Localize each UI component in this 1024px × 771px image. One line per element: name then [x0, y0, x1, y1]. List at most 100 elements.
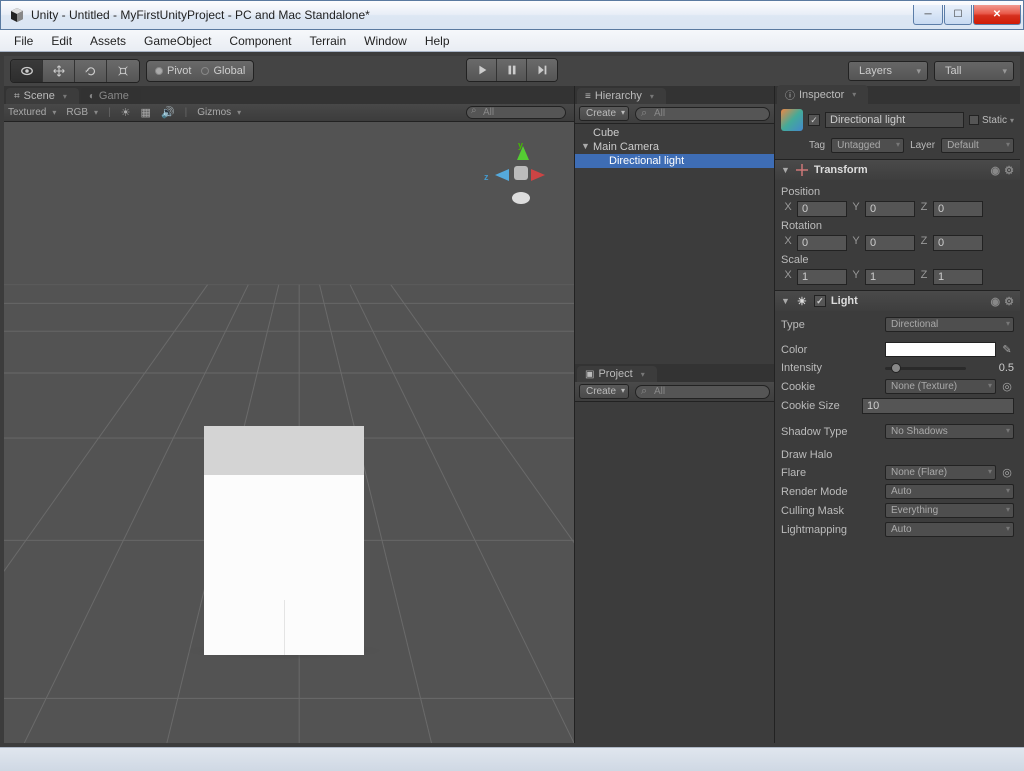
flare-field[interactable]: None (Flare)	[885, 465, 996, 480]
transform-component: ▼ Transform ◉⚙ Position XYZ Rotation XYZ…	[775, 159, 1020, 290]
project-create-button[interactable]: Create	[579, 384, 629, 399]
rotation-x-field[interactable]	[797, 235, 847, 251]
light-enabled-checkbox[interactable]: ✓	[814, 295, 826, 307]
hierarchy-item-directional-light[interactable]: Directional light	[575, 154, 774, 168]
layer-dropdown[interactable]: Default	[941, 138, 1014, 153]
gizmos-dropdown[interactable]: Gizmos	[197, 107, 241, 118]
minimize-button[interactable]: ─	[913, 5, 943, 25]
tab-scene[interactable]: ⌗Scene▾	[6, 88, 79, 104]
gear-icon[interactable]: ⚙	[1004, 295, 1014, 308]
window-title: Unity - Untitled - MyFirstUnityProject -…	[31, 8, 913, 22]
tab-inspector[interactable]: ⓘInspector▾	[777, 85, 868, 104]
layout-dropdown[interactable]: Tall	[934, 61, 1014, 81]
shadowtype-dropdown[interactable]: No Shadows	[885, 424, 1014, 439]
cookie-label: Cookie	[781, 381, 881, 393]
help-icon[interactable]: ◉	[991, 164, 1001, 177]
scale-tool-button[interactable]	[107, 60, 139, 82]
flare-label: Flare	[781, 467, 881, 479]
cullingmask-dropdown[interactable]: Everything	[885, 503, 1014, 518]
menu-window[interactable]: Window	[356, 32, 415, 50]
object-name-field[interactable]: Directional light	[825, 112, 964, 128]
object-picker-icon[interactable]: ◎	[1000, 380, 1014, 394]
scene-viewport[interactable]: y z	[4, 122, 574, 743]
cookie-field[interactable]: None (Texture)	[885, 379, 996, 394]
layers-dropdown[interactable]: Layers	[848, 61, 928, 81]
light-header[interactable]: ▼ ☀ ✓ Light ◉⚙	[775, 291, 1020, 311]
menu-gameobject[interactable]: GameObject	[136, 32, 219, 50]
position-label: Position	[781, 186, 861, 198]
scale-x-field[interactable]	[797, 269, 847, 285]
window-titlebar: Unity - Untitled - MyFirstUnityProject -…	[0, 0, 1024, 30]
scale-y-field[interactable]	[865, 269, 915, 285]
menu-edit[interactable]: Edit	[43, 32, 80, 50]
gear-icon[interactable]: ⚙	[1004, 164, 1014, 177]
intensity-slider[interactable]: 0.5	[885, 361, 1014, 375]
active-checkbox[interactable]: ✓	[808, 114, 820, 126]
rotate-tool-button[interactable]	[75, 60, 107, 82]
hierarchy-search[interactable]: All	[635, 107, 770, 121]
menu-component[interactable]: Component	[221, 32, 299, 50]
step-button[interactable]	[527, 59, 557, 81]
menu-help[interactable]: Help	[417, 32, 458, 50]
hierarchy-create-button[interactable]: Create	[579, 106, 629, 121]
scene-light-icon[interactable]: ☀	[121, 106, 131, 119]
shading-dropdown[interactable]: Textured	[8, 107, 56, 118]
expand-arrow-icon[interactable]: ▼	[581, 141, 590, 151]
rotation-z-field[interactable]	[933, 235, 983, 251]
type-dropdown[interactable]: Directional	[885, 317, 1014, 332]
project-search[interactable]: All	[635, 385, 770, 399]
menu-terrain[interactable]: Terrain	[301, 32, 354, 50]
pivot-toggle[interactable]: Pivot Global	[146, 60, 254, 82]
rotation-y-field[interactable]	[865, 235, 915, 251]
scene-audio-icon[interactable]: 🔊	[161, 106, 175, 119]
game-icon: ◐	[89, 91, 95, 102]
scene-tabbar: ⌗Scene▾ ◐Game	[4, 86, 574, 104]
orientation-gizmo[interactable]: y z	[490, 142, 554, 212]
lightmapping-label: Lightmapping	[781, 524, 881, 536]
playback-controls	[466, 58, 558, 82]
renderpath-dropdown[interactable]: RGB	[66, 107, 98, 118]
maximize-button[interactable]: ☐	[944, 5, 972, 25]
object-picker-icon[interactable]: ◎	[1000, 466, 1014, 480]
position-x-field[interactable]	[797, 201, 847, 217]
position-z-field[interactable]	[933, 201, 983, 217]
global-radio-icon	[201, 67, 209, 75]
tab-game[interactable]: ◐Game	[81, 88, 141, 104]
close-button[interactable]: ✕	[973, 5, 1021, 25]
tab-hierarchy[interactable]: ≡Hierarchy▾	[577, 88, 666, 104]
menu-bar: File Edit Assets GameObject Component Te…	[0, 30, 1024, 52]
eyedropper-icon[interactable]: ✎	[1000, 343, 1014, 357]
scale-z-field[interactable]	[933, 269, 983, 285]
cookiesize-field[interactable]	[862, 398, 1014, 414]
menu-file[interactable]: File	[6, 32, 41, 50]
light-component: ▼ ☀ ✓ Light ◉⚙ TypeDirectional Color✎ In…	[775, 290, 1020, 543]
rendermode-dropdown[interactable]: Auto	[885, 484, 1014, 499]
move-tool-button[interactable]	[43, 60, 75, 82]
position-y-field[interactable]	[865, 201, 915, 217]
fold-icon: ▼	[781, 296, 790, 306]
tag-label: Tag	[809, 140, 825, 151]
pivot-label: Pivot	[167, 65, 191, 77]
inspector-panel: ✓ Directional light Static▾ Tag Untagged…	[775, 104, 1020, 743]
cookiesize-label: Cookie Size	[781, 400, 858, 412]
pause-button[interactable]	[497, 59, 527, 81]
scene-fx-icon[interactable]: ▦	[141, 106, 151, 119]
lightmapping-dropdown[interactable]: Auto	[885, 522, 1014, 537]
scene-search[interactable]: All	[466, 106, 566, 119]
main-toolbar: Pivot Global Layers Tall	[4, 56, 1020, 86]
light-icon: ☀	[795, 294, 809, 308]
tag-dropdown[interactable]: Untagged	[831, 138, 904, 153]
global-label: Global	[213, 65, 245, 77]
play-button[interactable]	[467, 59, 497, 81]
hand-tool-button[interactable]	[11, 60, 43, 82]
tab-project[interactable]: ▣Project▾	[577, 366, 657, 382]
color-field[interactable]	[885, 342, 996, 357]
static-toggle[interactable]: Static▾	[969, 115, 1014, 126]
rendermode-label: Render Mode	[781, 486, 881, 498]
transform-header[interactable]: ▼ Transform ◉⚙	[775, 160, 1020, 180]
hierarchy-header: Create All	[575, 104, 774, 124]
hierarchy-item-main-camera[interactable]: ▼Main Camera	[575, 140, 774, 154]
help-icon[interactable]: ◉	[991, 295, 1001, 308]
menu-assets[interactable]: Assets	[82, 32, 134, 50]
hierarchy-item-cube[interactable]: Cube	[575, 126, 774, 140]
